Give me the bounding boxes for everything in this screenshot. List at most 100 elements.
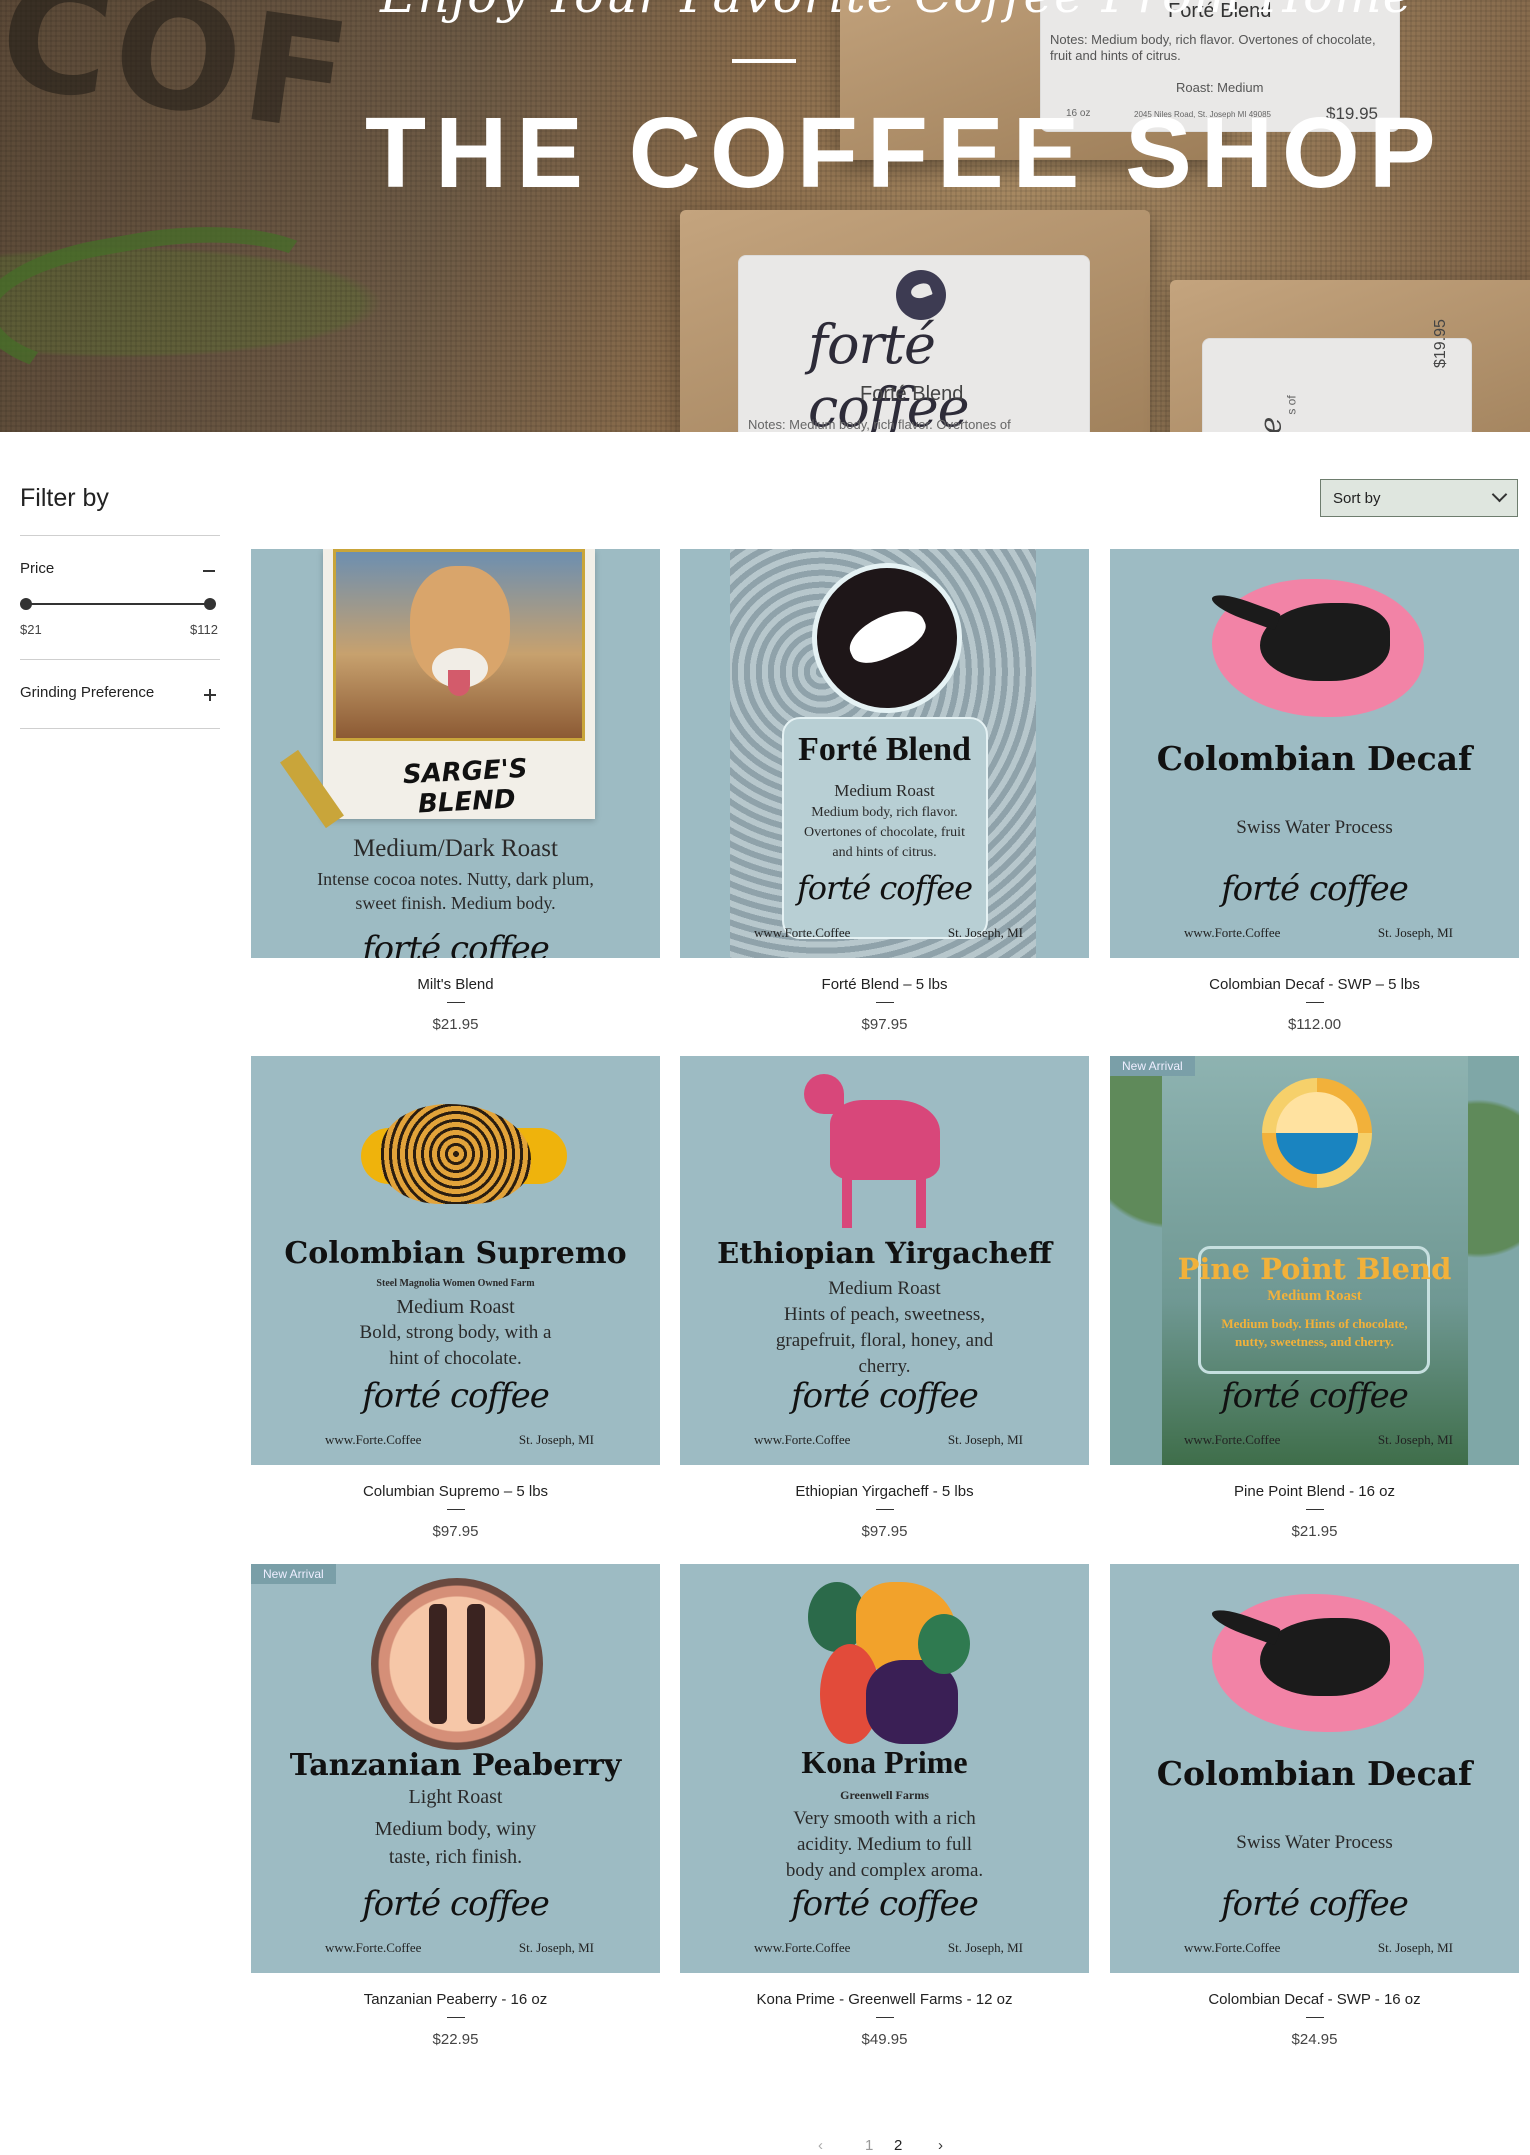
jaguar-icon (381, 1104, 531, 1204)
dog-logo-icon (812, 563, 962, 713)
page-title: THE COFFEE SHOP (365, 97, 1445, 209)
price-filter-toggle[interactable]: Price (20, 560, 54, 577)
price-slider-min-handle[interactable] (20, 598, 32, 610)
label-desc: Hints of peach, sweetness, (783, 1304, 986, 1325)
label-roast: Swiss Water Process (1236, 1832, 1393, 1853)
product-card[interactable]: Forté Blend Medium Roast Medium body, ri… (680, 549, 1089, 1033)
new-arrival-badge: New Arrival (251, 1564, 336, 1584)
label-desc: Very smooth with a rich (793, 1808, 976, 1829)
label-brand: forté coffee (791, 1376, 979, 1416)
product-card[interactable]: Kona Prime Greenwell Farms Very smooth w… (680, 1564, 1089, 2048)
product-card[interactable]: Pine Point Blend Medium Roast Medium bod… (1110, 1056, 1519, 1540)
product-image[interactable]: Forté Blend Medium Roast Medium body, ri… (680, 549, 1089, 958)
product-card[interactable]: Tanzanian Peaberry Light Roast Medium bo… (251, 1564, 660, 2048)
product-price: $24.95 (1291, 2031, 1338, 2048)
bag-label-notes: s of (1284, 395, 1299, 415)
bag-label-roast: Roast: Medium (1176, 80, 1264, 95)
product-price: $49.95 (861, 2031, 908, 2048)
label-title: Ethiopian Yirgacheff (717, 1236, 1052, 1270)
label-city: St. Joseph, MI (518, 1432, 594, 1447)
product-card[interactable]: Ethiopian Yirgacheff Medium Roast Hints … (680, 1056, 1089, 1540)
minus-icon[interactable] (203, 570, 215, 572)
divider (875, 1509, 894, 1510)
lake-scene (1276, 1092, 1358, 1174)
goat-leg (842, 1176, 852, 1228)
hero-banner: COF Forté Blend Notes: Medium body, rich… (0, 0, 1530, 432)
label-roast: Light Roast (408, 1786, 503, 1808)
product-card[interactable]: SARGE'S BLEND Medium/Dark Roast Intense … (251, 549, 660, 1033)
product-price: $21.95 (432, 1016, 479, 1033)
chevron-down-icon (1491, 486, 1508, 503)
label-city: St. Joseph, MI (947, 1432, 1023, 1447)
product-image[interactable]: Tanzanian Peaberry Light Roast Medium bo… (251, 1564, 660, 1973)
product-name[interactable]: Ethiopian Yirgacheff - 5 lbs (680, 1483, 1089, 1503)
bag-label-notes: Notes: Medium body, rich flavor. Overton… (1050, 32, 1376, 63)
product-name[interactable]: Columbian Supremo – 5 lbs (251, 1483, 660, 1503)
label-brand: forté coffee (362, 1376, 550, 1416)
chevron-right-icon[interactable]: › (938, 2137, 943, 2154)
label-desc: body and complex aroma. (785, 1860, 984, 1881)
chevron-left-icon[interactable]: ‹ (818, 2137, 823, 2154)
price-slider-track[interactable] (26, 603, 210, 605)
product-label-art: Pine Point Blend Medium Roast Medium bod… (1110, 1056, 1519, 1465)
label-brand: forté coffee (796, 869, 973, 907)
label-desc: cherry. (858, 1356, 911, 1377)
product-name[interactable]: Forté Blend – 5 lbs (680, 976, 1089, 996)
label-farm: Steel Magnolia Women Owned Farm (376, 1278, 535, 1289)
label-desc: Overtones of chocolate, fruit (804, 825, 965, 840)
label-title: Kona Prime (801, 1744, 968, 1780)
divider (20, 659, 220, 660)
label-roast: Medium Roast (1267, 1288, 1362, 1304)
label-city: St. Joseph, MI (518, 1940, 594, 1955)
product-name[interactable]: Milt's Blend (251, 976, 660, 996)
label-desc: Medium body, rich flavor. (811, 805, 958, 820)
product-card[interactable]: Colombian Decaf Swiss Water Process fort… (1110, 549, 1519, 1033)
label-brand: forté coffee (1221, 1884, 1409, 1924)
label-roast: Medium/Dark Roast (353, 835, 558, 862)
hero-tagline: Enjoy Your Favorite Coffee From Home (380, 0, 1412, 24)
label-desc: nutty, sweetness, and cherry. (1235, 1334, 1394, 1349)
label-desc: Intense cocoa notes. Nutty, dark plum, (317, 869, 594, 889)
label-title: SARGE'S BLEND (402, 753, 529, 820)
new-arrival-badge: New Arrival (1110, 1056, 1195, 1076)
label-brand: forté coffee (791, 1884, 979, 1924)
product-name[interactable]: Colombian Decaf - SWP – 5 lbs (1110, 976, 1519, 996)
divider (875, 2017, 894, 2018)
pagination-page-2[interactable]: 2 (894, 2137, 902, 2154)
product-image[interactable]: Colombian Decaf Swiss Water Process fort… (1110, 549, 1519, 958)
leaf-shape (918, 1614, 970, 1674)
plus-icon[interactable] (204, 689, 216, 701)
product-name[interactable]: Tanzanian Peaberry - 16 oz (251, 1991, 660, 2011)
grinding-preference-toggle[interactable]: Grinding Preference (20, 684, 154, 701)
product-image[interactable]: Colombian Supremo Steel Magnolia Women O… (251, 1056, 660, 1465)
product-image[interactable]: Colombian Decaf Swiss Water Process fort… (1110, 1564, 1519, 1973)
product-name[interactable]: Kona Prime - Greenwell Farms - 12 oz (680, 1991, 1089, 2011)
label-website: www.Forte.Coffee (1184, 1432, 1281, 1447)
goat-head (804, 1074, 844, 1114)
label-roast: Medium Roast (834, 781, 935, 800)
product-name[interactable]: Colombian Decaf - SWP - 16 oz (1110, 1991, 1519, 2011)
label-title: Forté Blend (798, 731, 971, 768)
sort-dropdown[interactable]: Sort by (1320, 479, 1518, 517)
bag-label-brand: forté coffee (808, 313, 970, 432)
product-image[interactable]: SARGE'S BLEND Medium/Dark Roast Intense … (251, 549, 660, 958)
label-desc: taste, rich finish. (388, 1846, 523, 1868)
label-website: www.Forte.Coffee (325, 1940, 422, 1955)
product-name[interactable]: Pine Point Blend - 16 oz (1110, 1483, 1519, 1503)
product-card[interactable]: Colombian Supremo Steel Magnolia Women O… (251, 1056, 660, 1540)
product-card[interactable]: Colombian Decaf Swiss Water Process fort… (1110, 1564, 1519, 2048)
product-image[interactable]: Kona Prime Greenwell Farms Very smooth w… (680, 1564, 1089, 1973)
label-title: Tanzanian Peaberry (289, 1748, 622, 1783)
bag-label-title: Forté Blend (860, 383, 964, 405)
divider (446, 1002, 465, 1003)
giraffe-silhouette (467, 1604, 485, 1724)
label-title: Colombian Decaf (1156, 739, 1473, 778)
bag-label-brand: e (1253, 416, 1289, 432)
price-min-value: $21 (20, 622, 42, 637)
price-slider-max-handle[interactable] (204, 598, 216, 610)
product-label-art: Colombian Decaf Swiss Water Process fort… (1110, 549, 1519, 958)
product-image[interactable]: Pine Point Blend Medium Roast Medium bod… (1110, 1056, 1519, 1465)
pagination-page-1[interactable]: 1 (865, 2137, 873, 2154)
label-website: www.Forte.Coffee (1184, 925, 1281, 940)
product-image[interactable]: Ethiopian Yirgacheff Medium Roast Hints … (680, 1056, 1089, 1465)
